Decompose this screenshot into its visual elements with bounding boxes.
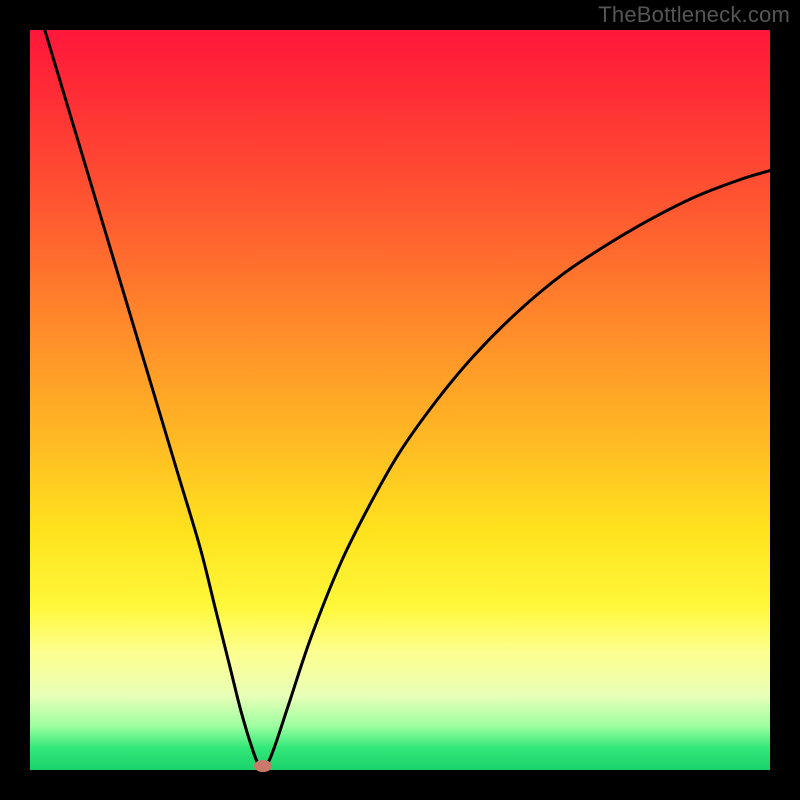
watermark-text: TheBottleneck.com <box>598 2 790 28</box>
chart-container: TheBottleneck.com <box>0 0 800 800</box>
minimum-point-marker <box>254 760 272 772</box>
bottleneck-curve <box>30 30 770 770</box>
plot-area <box>30 30 770 770</box>
